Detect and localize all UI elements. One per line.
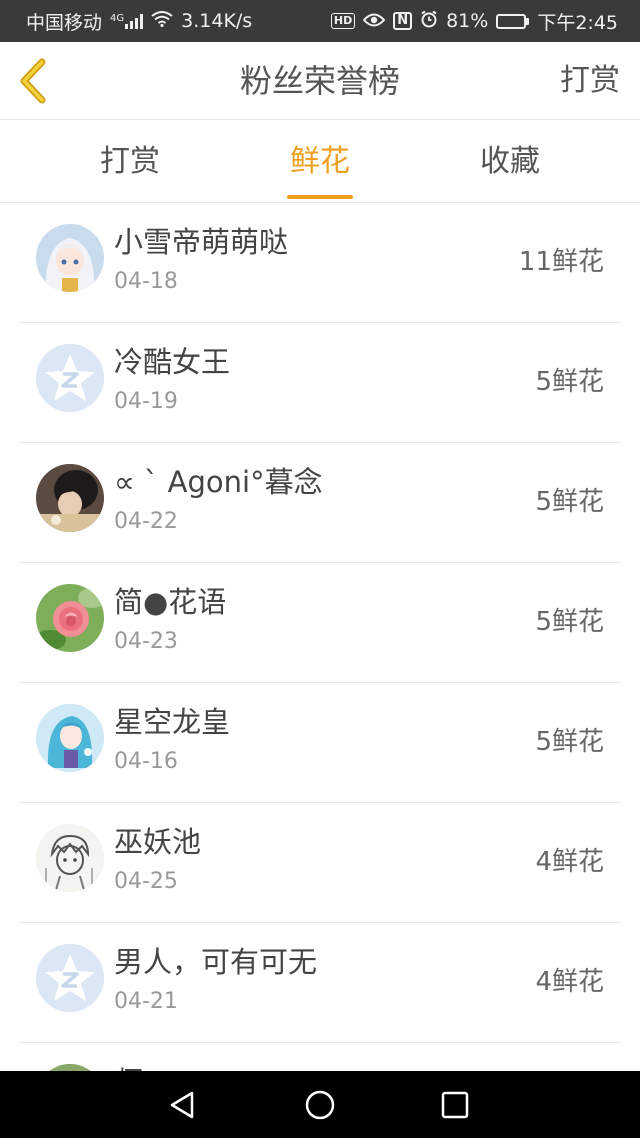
triangle-back-icon [170,1091,194,1119]
fan-name: 巫妖池 [114,825,202,859]
fan-name: 星空龙皇 [114,705,231,739]
battery-percent: 81% [446,10,489,32]
list-item[interactable]: 小雪帝萌萌哒 04-18 11鲜花 [18,203,622,323]
nfc-icon: N [393,12,413,30]
circle-home-icon [305,1090,335,1120]
anime-girl-avatar-icon [36,224,104,292]
square-recents-icon [441,1091,469,1119]
status-bar: 中国移动 4G 3.14K/s HD N 81% 下午2:45 [0,0,640,42]
avatar [36,824,104,892]
tab-bar: 打赏 鲜花 收藏 [0,121,640,203]
carrier-label: 中国移动 [26,11,103,34]
tab-label: 收藏 [480,144,540,179]
anime-blue-avatar-icon [36,704,104,772]
fan-name: 师 [114,1059,143,1071]
app-header: 粉丝荣誉榜 打赏 [0,42,640,120]
partial-avatar-icon [36,1064,104,1071]
tab-reward[interactable]: 打赏 [30,121,230,203]
fan-name: 男人，可有可无 [114,945,318,979]
avatar [36,944,104,1012]
network-speed: 3.14K/s [181,10,253,32]
tab-label: 打赏 [100,144,160,179]
nav-recents-button[interactable] [438,1088,472,1122]
photo-avatar-icon [36,464,104,532]
flower-count: 4鲜花 [535,967,604,997]
list-item[interactable]: 男人，可有可无 04-21 4鲜花 [18,923,622,1043]
active-tab-indicator [287,195,353,199]
fan-date: 04-25 [114,869,178,894]
avatar [36,464,104,532]
flower-count: 5鲜花 [535,487,604,517]
flower-count: 5鲜花 [535,727,604,757]
default-star-avatar-icon [36,344,104,412]
list-item[interactable]: ∝ ˋ Agoni°暮念 04-22 5鲜花 [18,443,622,563]
fan-date: 04-21 [114,989,178,1014]
list-item[interactable]: 简●花语 04-23 5鲜花 [18,563,622,683]
list-item[interactable]: 冷酷女王 04-19 5鲜花 [18,323,622,443]
avatar [36,224,104,292]
avatar [36,704,104,772]
reward-button[interactable]: 打赏 [560,42,620,120]
alarm-icon [420,10,438,33]
list-item[interactable]: 星空龙皇 04-16 5鲜花 [18,683,622,803]
flower-count: 4鲜花 [535,847,604,877]
fan-name: ∝ ˋ Agoni°暮念 [114,465,323,499]
fan-date: 04-19 [114,389,178,414]
network-type: 4G [110,13,125,24]
rose-avatar-icon [36,584,104,652]
tab-label: 鲜花 [290,144,350,179]
page-title: 粉丝荣誉榜 [239,62,400,100]
nav-back-button[interactable] [166,1088,200,1122]
fan-name: 小雪帝萌萌哒 [114,225,289,259]
battery-icon [496,13,530,29]
fan-date: 04-22 [114,509,178,534]
signal-icon: 4G [110,13,144,29]
fan-name: 冷酷女王 [114,345,231,379]
avatar [36,344,104,412]
tab-favorites[interactable]: 收藏 [410,121,610,203]
sketch-avatar-icon [36,824,104,892]
nav-home-button[interactable] [303,1088,337,1122]
default-star-avatar-icon [36,944,104,1012]
flower-count: 5鲜花 [535,367,604,397]
fan-name: 简●花语 [114,585,227,619]
hd-icon: HD [330,13,356,29]
fan-list: 小雪帝萌萌哒 04-18 11鲜花 冷酷女王 04-19 5鲜花 ∝ ˋ Ago… [0,203,640,1071]
fan-date: 04-23 [114,629,178,654]
wifi-icon [151,10,173,32]
list-item[interactable]: 师 [18,1043,622,1071]
system-nav-bar [0,1071,640,1138]
eye-icon [362,10,386,32]
fan-date: 04-16 [114,749,178,774]
flower-count: 11鲜花 [518,247,604,277]
tab-flowers[interactable]: 鲜花 [220,121,420,203]
fan-date: 04-18 [114,269,178,294]
clock: 下午2:45 [537,11,618,34]
list-item[interactable]: 巫妖池 04-25 4鲜花 [18,803,622,923]
avatar [36,1064,104,1071]
flower-count: 5鲜花 [535,607,604,637]
avatar [36,584,104,652]
